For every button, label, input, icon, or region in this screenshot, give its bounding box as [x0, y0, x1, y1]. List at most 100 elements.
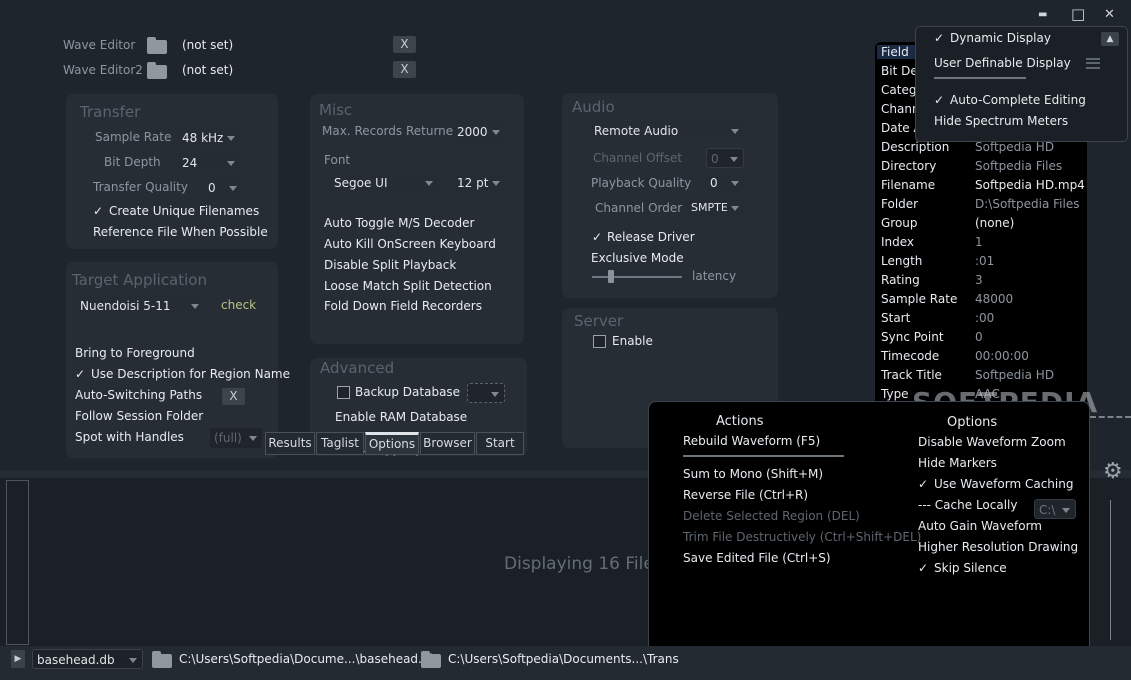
action-item-disabled: Delete Selected Region (DEL): [683, 509, 860, 523]
chevron-down-icon: [227, 136, 235, 141]
backup-select[interactable]: [467, 383, 505, 403]
field-name: Type: [881, 387, 909, 401]
release-driver-option[interactable]: Release Driver: [607, 230, 695, 244]
option-item[interactable]: Auto Gain Waveform: [918, 519, 1042, 533]
action-item[interactable]: Sum to Mono (Shift+M): [683, 467, 823, 481]
menu-divider: [934, 77, 1026, 79]
playback-quality-select[interactable]: 0: [706, 173, 744, 193]
max-records-select[interactable]: 2000: [453, 122, 505, 142]
target-app-value: Nuendoisi 5-11: [80, 299, 171, 313]
target-app-select[interactable]: Nuendoisi 5-11: [76, 296, 204, 316]
folder-icon[interactable]: [152, 651, 172, 668]
field-value[interactable]: Softpedia Files: [975, 159, 1062, 173]
audio-device-select[interactable]: Remote Audio: [590, 121, 744, 141]
field-value[interactable]: 1: [975, 235, 983, 249]
folder-icon[interactable]: [147, 62, 167, 79]
latency-slider-handle[interactable]: [608, 270, 614, 283]
latency-slider-track[interactable]: [592, 276, 682, 278]
minimize-button[interactable]: ▬: [1038, 9, 1047, 20]
field-value[interactable]: (none): [975, 216, 1014, 230]
auto-switching-clear-button[interactable]: X: [222, 388, 245, 405]
server-enable-checkbox[interactable]: [593, 335, 606, 348]
latency-label: latency: [692, 269, 737, 283]
waveform-scroll-left[interactable]: [6, 480, 29, 645]
font-select[interactable]: Segoe UI: [330, 173, 438, 193]
field-value[interactable]: Softpedia HD: [975, 140, 1054, 154]
wave-editor2-clear-button[interactable]: X: [393, 61, 416, 78]
enable-ram-database-option[interactable]: Enable RAM Database: [335, 410, 467, 424]
field-value[interactable]: 00:00:00: [975, 349, 1029, 363]
misc-option[interactable]: Auto Toggle M/S Decoder: [324, 216, 474, 230]
field-header[interactable]: Field: [877, 45, 917, 59]
wave-editor-clear-button[interactable]: X: [393, 36, 416, 53]
field-value[interactable]: :01: [975, 254, 994, 268]
action-item[interactable]: Save Edited File (Ctrl+S): [683, 551, 831, 565]
bring-to-foreground-option[interactable]: Bring to Foreground: [75, 346, 195, 360]
backup-database-checkbox[interactable]: [337, 386, 350, 399]
transfer-title: Transfer: [80, 103, 141, 121]
transfer-quality-select[interactable]: 0: [204, 178, 242, 198]
option-item[interactable]: Use Waveform Caching: [934, 477, 1073, 491]
expand-button[interactable]: ▶: [11, 650, 25, 668]
create-unique-filenames-option[interactable]: Create Unique Filenames: [109, 204, 259, 218]
hide-spectrum-meters-option[interactable]: Hide Spectrum Meters: [934, 114, 1068, 128]
option-item[interactable]: Higher Resolution Drawing: [918, 540, 1078, 554]
folder-icon[interactable]: [147, 37, 167, 54]
use-description-option[interactable]: Use Description for Region Name: [91, 367, 290, 381]
user-definable-display-option[interactable]: User Definable Display: [934, 56, 1071, 70]
gear-icon[interactable]: ⚙: [1103, 459, 1123, 484]
misc-option[interactable]: Auto Kill OnScreen Keyboard: [324, 237, 496, 251]
option-item[interactable]: Skip Silence: [934, 561, 1007, 575]
chevron-down-icon: [425, 181, 433, 186]
font-size-select[interactable]: 12 pt: [453, 173, 505, 193]
channel-offset-select[interactable]: 0: [706, 148, 744, 168]
check-icon: ✓: [934, 31, 945, 45]
field-value[interactable]: 48000: [975, 292, 1013, 306]
cache-location-select[interactable]: C:\: [1034, 499, 1076, 519]
bit-depth-select[interactable]: 24: [178, 153, 240, 173]
field-name: Chann: [881, 102, 920, 116]
backup-database-label: Backup Database: [355, 385, 461, 399]
option-item[interactable]: Disable Waveform Zoom: [918, 435, 1066, 449]
field-value[interactable]: :00: [975, 311, 994, 325]
list-icon[interactable]: [1086, 58, 1100, 69]
reference-file-option[interactable]: Reference File When Possible: [93, 225, 268, 239]
wave-editor2-label: Wave Editor2: [63, 63, 143, 77]
field-value[interactable]: 3: [975, 273, 983, 287]
auto-switching-paths-option[interactable]: Auto-Switching Paths: [75, 388, 202, 402]
folder-icon[interactable]: [421, 651, 441, 668]
tab-taglist[interactable]: Taglist: [316, 432, 364, 455]
maximize-button[interactable]: □: [1071, 5, 1085, 23]
field-value[interactable]: 0: [975, 330, 983, 344]
channel-order-select[interactable]: SMPTE: [687, 198, 744, 218]
tab-results[interactable]: Results: [265, 432, 315, 455]
spot-handles-select[interactable]: (full): [210, 428, 262, 448]
dynamic-display-option[interactable]: Dynamic Display: [950, 31, 1051, 45]
check-icon: ✓: [93, 204, 104, 218]
field-value[interactable]: Softpedia HD.mp4: [975, 178, 1085, 192]
option-item[interactable]: --- Cache Locally: [918, 498, 1017, 512]
check-link[interactable]: check: [221, 298, 256, 312]
field-name: Sync Point: [881, 330, 944, 344]
options-title: Options: [947, 415, 998, 430]
collapse-button[interactable]: ▲: [1101, 32, 1119, 46]
sample-rate-select[interactable]: 48 kHz: [178, 128, 240, 148]
database-select[interactable]: basehead.db: [32, 649, 143, 669]
tab-options[interactable]: Options: [365, 432, 419, 455]
auto-complete-editing-option[interactable]: Auto-Complete Editing: [950, 93, 1086, 107]
option-item[interactable]: Hide Markers: [918, 456, 997, 470]
field-value[interactable]: D:\Softpedia Files: [975, 197, 1079, 211]
misc-option[interactable]: Loose Match Split Detection: [324, 279, 492, 293]
misc-option[interactable]: Fold Down Field Recorders: [324, 299, 482, 313]
action-item[interactable]: Rebuild Waveform (F5): [683, 434, 820, 448]
transfer-path: C:\Users\Softpedia\Documents...\Trans: [448, 652, 679, 666]
tab-browser[interactable]: Browser: [420, 432, 475, 455]
waveform-edge-line: [1110, 500, 1111, 640]
field-value[interactable]: Softpedia HD: [975, 368, 1054, 382]
follow-session-folder-option[interactable]: Follow Session Folder: [75, 409, 203, 423]
misc-option[interactable]: Disable Split Playback: [324, 258, 456, 272]
close-button[interactable]: ✕: [1104, 7, 1115, 22]
tab-start[interactable]: Start: [476, 432, 524, 455]
audio-device-value: Remote Audio: [594, 124, 679, 138]
action-item[interactable]: Reverse File (Ctrl+R): [683, 488, 808, 502]
